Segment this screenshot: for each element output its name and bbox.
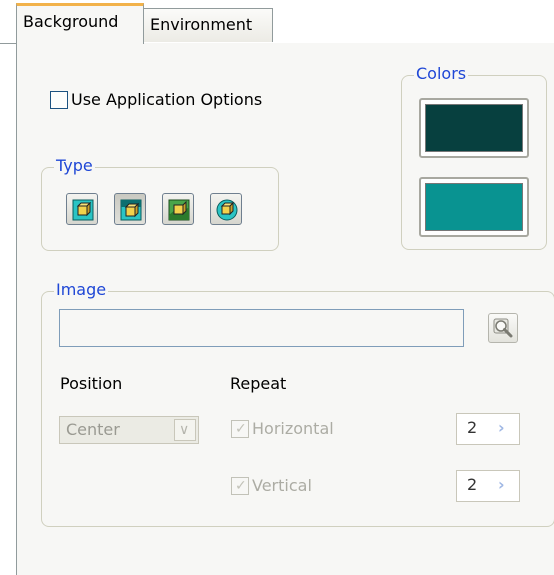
position-label: Position	[60, 374, 123, 393]
tab-background-label: Background	[23, 12, 119, 31]
colors-group: Colors	[401, 64, 547, 250]
bottom-color-button[interactable]	[419, 177, 529, 237]
check-icon: ✓	[235, 421, 247, 437]
cube-image-icon	[168, 199, 190, 221]
horizontal-increment-button[interactable]: ›	[491, 416, 517, 442]
image-path-input[interactable]	[59, 309, 464, 347]
vertical-label: Vertical	[252, 476, 312, 495]
repeat-label: Repeat	[230, 374, 287, 393]
type-group: Type	[41, 156, 279, 251]
position-select[interactable]: Center ∨	[59, 416, 199, 444]
cube-single-icon	[72, 199, 94, 221]
type-single-color-button[interactable]	[66, 193, 98, 225]
image-group: Image Position Repeat Center ∨ ✓ Horizon…	[41, 280, 554, 527]
chevron-down-icon: ∨	[179, 422, 190, 438]
type-legend: Type	[54, 156, 95, 176]
vertical-count-input[interactable]: 2 ›	[456, 470, 520, 502]
horizontal-label: Horizontal	[252, 419, 334, 438]
tab-environment[interactable]: Environment	[143, 8, 273, 42]
horizontal-count-input[interactable]: 2 ›	[456, 413, 520, 445]
vertical-count-value: 2	[467, 475, 478, 494]
horizontal-count-value: 2	[467, 418, 478, 437]
check-icon: ✓	[235, 478, 247, 494]
use-app-options-label: Use Application Options	[71, 90, 263, 109]
bottom-color-swatch	[425, 183, 523, 231]
top-color-swatch	[425, 104, 523, 152]
vertical-increment-button[interactable]: ›	[491, 473, 517, 499]
magnifier-icon	[493, 318, 513, 338]
background-panel: Use Application Options Type Colors Imag…	[16, 43, 554, 575]
horizontal-checkbox[interactable]: ✓	[231, 420, 249, 438]
type-environment-button[interactable]	[210, 193, 242, 225]
colors-legend: Colors	[414, 64, 469, 84]
tab-bar: Environment Background	[0, 0, 554, 44]
vertical-checkbox[interactable]: ✓	[231, 477, 249, 495]
tab-background[interactable]: Background	[16, 3, 144, 44]
use-app-options-checkbox[interactable]	[50, 91, 68, 109]
top-color-button[interactable]	[419, 98, 529, 158]
chevron-right-icon: ›	[498, 418, 505, 437]
chevron-right-icon: ›	[498, 475, 505, 494]
type-image-button[interactable]	[162, 193, 194, 225]
cube-gradient-icon	[120, 199, 142, 221]
position-select-value: Center	[66, 420, 120, 439]
position-dropdown-button[interactable]: ∨	[174, 419, 196, 441]
type-gradient-button[interactable]	[114, 193, 146, 225]
browse-image-button[interactable]	[488, 313, 518, 343]
tab-environment-label: Environment	[150, 15, 253, 34]
sphere-env-icon	[216, 199, 238, 221]
image-legend: Image	[54, 280, 109, 300]
